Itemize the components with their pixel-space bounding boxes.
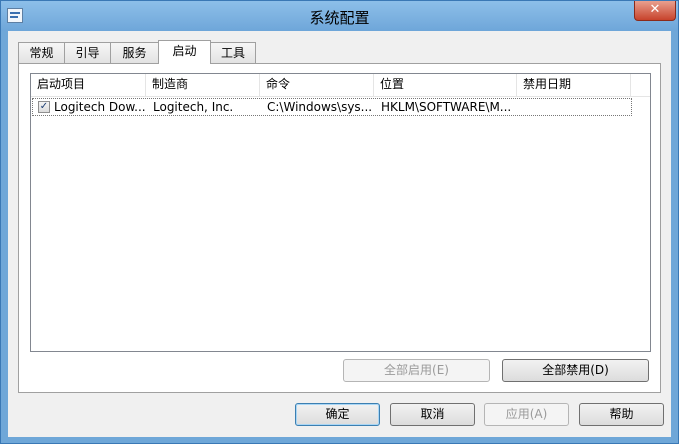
table-row[interactable]: ✓ Logitech Dow... Logitech, Inc. C:\Wind… bbox=[32, 98, 632, 116]
dialog-client-area: 常规 引导 服务 启动 工具 启动项目 制造商 命令 位置 禁用日期 ✓ Log… bbox=[8, 31, 671, 437]
tab-tools[interactable]: 工具 bbox=[210, 42, 256, 63]
column-header-disable-date[interactable]: 禁用日期 bbox=[517, 74, 631, 96]
close-icon: ✕ bbox=[649, 2, 661, 17]
window-title: 系统配置 bbox=[309, 9, 370, 27]
cell-manufacturer: Logitech, Inc. bbox=[153, 100, 234, 114]
help-button[interactable]: 帮助 bbox=[579, 403, 664, 426]
startup-items-list[interactable]: 启动项目 制造商 命令 位置 禁用日期 ✓ Logitech Dow... Lo… bbox=[30, 73, 651, 352]
column-header-location[interactable]: 位置 bbox=[374, 74, 517, 96]
tab-startup[interactable]: 启动 bbox=[158, 40, 211, 64]
apply-button[interactable]: 应用(A) bbox=[484, 403, 569, 426]
startup-item-checkbox[interactable]: ✓ bbox=[38, 101, 50, 113]
tab-general[interactable]: 常规 bbox=[18, 42, 65, 63]
title-bar[interactable]: 系统配置 ✕ bbox=[1, 1, 678, 31]
column-header-startup-item[interactable]: 启动项目 bbox=[31, 74, 146, 96]
list-header: 启动项目 制造商 命令 位置 禁用日期 bbox=[31, 74, 650, 97]
tab-services[interactable]: 服务 bbox=[110, 42, 159, 63]
column-header-command[interactable]: 命令 bbox=[260, 74, 374, 96]
close-button[interactable]: ✕ bbox=[634, 1, 676, 21]
cancel-button[interactable]: 取消 bbox=[390, 403, 475, 426]
checkmark-icon: ✓ bbox=[39, 101, 49, 112]
cell-location: HKLM\SOFTWARE\M... bbox=[381, 100, 512, 114]
system-config-window: 系统配置 ✕ 常规 引导 服务 启动 工具 启动项目 制造商 命令 位置 禁用日… bbox=[0, 0, 679, 444]
disable-all-button[interactable]: 全部禁用(D) bbox=[502, 359, 649, 382]
tab-boot[interactable]: 引导 bbox=[64, 42, 111, 63]
cell-command: C:\Windows\sys... bbox=[267, 100, 373, 114]
enable-all-button[interactable]: 全部启用(E) bbox=[343, 359, 490, 382]
ok-button[interactable]: 确定 bbox=[295, 403, 380, 426]
startup-tab-panel: 启动项目 制造商 命令 位置 禁用日期 ✓ Logitech Dow... Lo… bbox=[18, 63, 661, 393]
column-header-manufacturer[interactable]: 制造商 bbox=[146, 74, 260, 96]
cell-disable-date bbox=[524, 99, 629, 115]
cell-startup-item: Logitech Dow... bbox=[54, 100, 146, 114]
